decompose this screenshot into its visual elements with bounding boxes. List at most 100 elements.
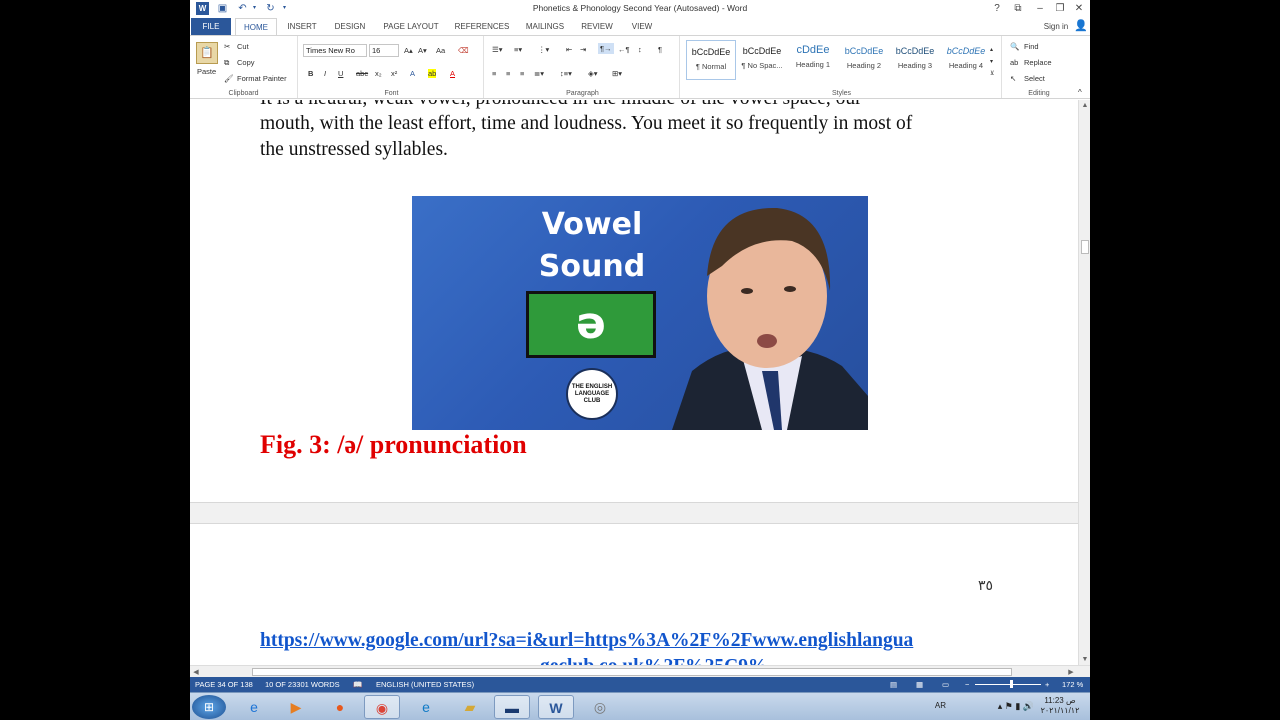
cut-button[interactable]: Cut bbox=[237, 42, 249, 51]
multilevel-list-icon[interactable]: ⋮▾ bbox=[538, 45, 549, 54]
subscript-button[interactable]: x₂ bbox=[375, 69, 382, 78]
collapse-ribbon-icon[interactable]: ^ bbox=[1078, 88, 1082, 97]
justify-icon[interactable]: ≣▾ bbox=[534, 69, 544, 78]
style-heading-1[interactable]: cDdEe Heading 1 bbox=[788, 40, 838, 80]
sign-in-link[interactable]: Sign in bbox=[1036, 18, 1076, 35]
ltr-direction-icon[interactable]: ¶→ bbox=[598, 43, 614, 54]
format-painter-icon[interactable]: 🖌 bbox=[224, 74, 234, 83]
edge-icon[interactable]: e bbox=[408, 695, 444, 719]
app-window-icon[interactable]: ▬ bbox=[494, 695, 530, 719]
start-button[interactable]: ⊞ bbox=[192, 695, 226, 719]
styles-more-icon[interactable]: ⊻ bbox=[990, 70, 994, 77]
underline-button[interactable]: U bbox=[338, 69, 343, 78]
proofing-icon[interactable]: 📖 bbox=[353, 680, 362, 689]
scroll-right-icon[interactable]: ▶ bbox=[1066, 668, 1076, 676]
font-name-combo[interactable]: Times New Ro bbox=[303, 44, 367, 57]
copy-icon[interactable]: ⧉ bbox=[224, 58, 229, 68]
style-no-spacing[interactable]: bCcDdEe ¶ No Spac... bbox=[737, 40, 787, 80]
rtl-direction-icon[interactable]: ←¶ bbox=[618, 45, 630, 54]
internet-explorer-icon[interactable]: e bbox=[236, 695, 272, 719]
shading-icon[interactable]: ◈▾ bbox=[588, 69, 598, 78]
sort-icon[interactable]: ↕ bbox=[638, 45, 642, 54]
shrink-font-icon[interactable]: A▾ bbox=[418, 46, 427, 55]
zoom-level[interactable]: 172 % bbox=[1062, 680, 1083, 689]
word-taskbar-icon[interactable]: W bbox=[538, 695, 574, 719]
style-heading-3[interactable]: bCcDdEe Heading 3 bbox=[890, 40, 940, 80]
media-player-icon[interactable]: ▶ bbox=[278, 695, 314, 719]
help-button[interactable]: ? bbox=[989, 2, 1005, 16]
styles-scroll-up-icon[interactable]: ▴ bbox=[990, 46, 993, 53]
reference-link[interactable]: https://www.google.com/url?sa=i&url=http… bbox=[260, 630, 913, 652]
highlight-icon[interactable]: ab bbox=[428, 69, 437, 78]
user-avatar-icon[interactable]: 👤 bbox=[1074, 18, 1088, 35]
firefox-icon[interactable]: ● bbox=[322, 695, 358, 719]
scroll-down-icon[interactable]: ▼ bbox=[1080, 656, 1090, 663]
copy-button[interactable]: Copy bbox=[237, 58, 255, 67]
paste-icon[interactable]: 📋 bbox=[196, 42, 218, 64]
minimize-button[interactable]: – bbox=[1032, 2, 1048, 16]
font-size-combo[interactable]: 16 bbox=[369, 44, 399, 57]
paste-button[interactable]: Paste bbox=[197, 67, 216, 76]
tab-page-layout[interactable]: PAGE LAYOUT bbox=[380, 18, 442, 35]
font-color-icon[interactable]: A bbox=[450, 69, 455, 78]
styles-scroll-down-icon[interactable]: ▾ bbox=[990, 58, 993, 65]
text-effects-icon[interactable]: A bbox=[410, 69, 415, 78]
language-tray[interactable]: AR bbox=[935, 701, 946, 710]
vertical-scroll-thumb[interactable] bbox=[1081, 240, 1089, 254]
tray-icons[interactable]: ▴ ⚑ ▮ 🔊 bbox=[998, 701, 1034, 712]
replace-icon[interactable]: ab bbox=[1010, 58, 1018, 67]
document-area[interactable]: It is a neutral, weak vowel, pronounced … bbox=[190, 100, 1078, 665]
page-count[interactable]: PAGE 34 OF 138 bbox=[195, 680, 253, 689]
select-button[interactable]: Select bbox=[1024, 74, 1045, 83]
close-button[interactable]: ✕ bbox=[1071, 2, 1087, 16]
align-right-icon[interactable]: ≡ bbox=[520, 69, 524, 78]
change-case-button[interactable]: Aa bbox=[436, 46, 445, 55]
show-marks-icon[interactable]: ¶ bbox=[658, 45, 662, 54]
ribbon-display-options-icon[interactable]: ⧉ bbox=[1010, 2, 1026, 16]
tab-references[interactable]: REFERENCES bbox=[452, 18, 512, 35]
bullets-icon[interactable]: ☰▾ bbox=[492, 45, 503, 54]
tab-view[interactable]: VIEW bbox=[626, 18, 658, 35]
style-heading-2[interactable]: bCcDdEe Heading 2 bbox=[839, 40, 889, 80]
zoom-in-icon[interactable]: + bbox=[1045, 680, 1049, 689]
tab-review[interactable]: REVIEW bbox=[578, 18, 616, 35]
bold-button[interactable]: B bbox=[308, 69, 313, 78]
language-indicator[interactable]: ENGLISH (UNITED STATES) bbox=[376, 680, 474, 689]
scroll-left-icon[interactable]: ◀ bbox=[191, 668, 201, 676]
word-count[interactable]: 10 OF 23301 WORDS bbox=[265, 680, 340, 689]
scroll-up-icon[interactable]: ▲ bbox=[1080, 102, 1090, 109]
zoom-out-icon[interactable]: − bbox=[965, 680, 969, 689]
zoom-slider[interactable] bbox=[975, 684, 1041, 685]
align-left-icon[interactable]: ≡ bbox=[492, 69, 496, 78]
strikethrough-button[interactable]: abc bbox=[356, 69, 368, 78]
reference-link-continued[interactable]: geclub.co.uk%2F%25C9% bbox=[540, 656, 768, 665]
align-center-icon[interactable]: ≡ bbox=[506, 69, 510, 78]
replace-button[interactable]: Replace bbox=[1024, 58, 1052, 67]
tab-insert[interactable]: INSERT bbox=[282, 18, 322, 35]
tab-home[interactable]: HOME bbox=[235, 18, 277, 35]
numbering-icon[interactable]: ≡▾ bbox=[514, 45, 522, 54]
tab-mailings[interactable]: MAILINGS bbox=[522, 18, 568, 35]
cut-icon[interactable]: ✂ bbox=[224, 42, 230, 51]
style-heading-4[interactable]: bCcDdEe Heading 4 bbox=[941, 40, 991, 80]
style-normal[interactable]: bCcDdEe ¶ Normal bbox=[686, 40, 736, 80]
horizontal-scrollbar[interactable]: ◀ ▶ bbox=[190, 665, 1090, 677]
increase-indent-icon[interactable]: ⇥ bbox=[580, 45, 586, 54]
clock[interactable]: 11:23 ص ٢٠٢١/١١/١٢ bbox=[1038, 696, 1082, 716]
figure-image[interactable]: Vowel Sound ə THE ENGLISH LANGUAGE CLUB bbox=[412, 196, 868, 430]
select-icon[interactable]: ↖ bbox=[1010, 74, 1016, 83]
zoom-slider-thumb[interactable] bbox=[1010, 680, 1013, 688]
horizontal-scroll-thumb[interactable] bbox=[252, 668, 1012, 676]
web-layout-icon[interactable]: ▭ bbox=[942, 680, 949, 689]
read-mode-icon[interactable]: ▤ bbox=[890, 680, 897, 689]
find-icon[interactable]: 🔍 bbox=[1010, 42, 1019, 51]
disc-icon[interactable]: ◎ bbox=[582, 695, 618, 719]
find-button[interactable]: Find bbox=[1024, 42, 1039, 51]
print-layout-icon[interactable]: ▦ bbox=[916, 680, 923, 689]
clear-formatting-icon[interactable]: ⌫ bbox=[458, 46, 469, 55]
italic-button[interactable]: I bbox=[324, 69, 326, 78]
restore-button[interactable]: ❐ bbox=[1052, 2, 1068, 16]
superscript-button[interactable]: x² bbox=[391, 69, 397, 78]
tab-file[interactable]: FILE bbox=[191, 18, 231, 35]
vertical-scrollbar[interactable]: ▲ ▼ bbox=[1078, 100, 1090, 665]
